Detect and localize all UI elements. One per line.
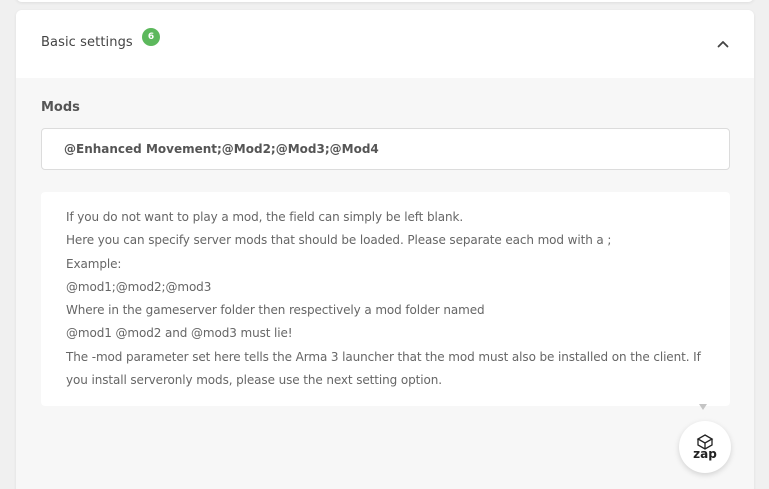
mods-help-text: If you do not want to play a mod, the fi… [41, 192, 730, 406]
help-line: The -mod parameter set here tells the Ar… [66, 349, 701, 364]
help-line: @mod1 @mod2 and @mod3 must lie! [66, 326, 293, 341]
basic-settings-card: Basic settings 6 Mods If you do not want… [16, 10, 754, 489]
mods-input[interactable] [41, 128, 730, 170]
help-line: Where in the gameserver folder then resp… [66, 303, 485, 318]
chat-widget-button[interactable]: zap [679, 421, 731, 473]
help-line: @mod1;@mod2;@mod3 [66, 279, 212, 294]
mods-label: Mods [41, 100, 80, 115]
section-title: Basic settings [41, 35, 133, 50]
help-line: you install serveronly mods, please use … [66, 373, 442, 388]
help-line: Example: [66, 256, 122, 271]
chevron-up-icon [717, 41, 729, 48]
scroll-down-arrow-icon[interactable] [699, 404, 707, 410]
previous-card-bottom [16, 0, 754, 2]
help-line: Here you can specify server mods that sh… [66, 233, 612, 248]
help-line: If you do not want to play a mod, the fi… [66, 210, 464, 224]
chat-widget-brand: zap [693, 447, 717, 461]
collapse-toggle-button[interactable] [710, 34, 736, 54]
card-header[interactable]: Basic settings 6 [16, 10, 754, 78]
settings-count-badge: 6 [142, 28, 160, 46]
